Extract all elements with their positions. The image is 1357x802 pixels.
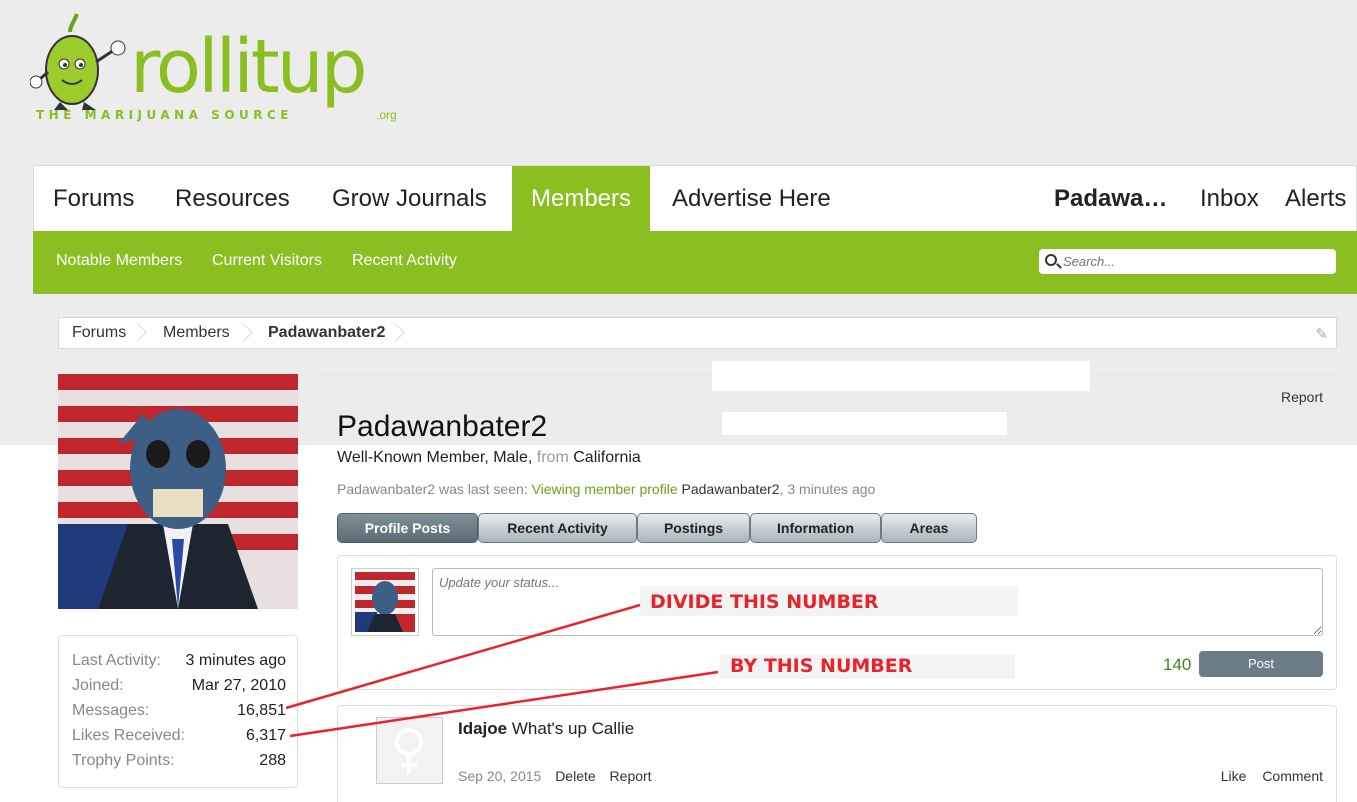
user-title-text: Well-Known Member, Male, bbox=[337, 449, 533, 466]
stat-likes-received: Likes Received: 6,317 bbox=[72, 727, 286, 752]
stat-value: 3 minutes ago bbox=[185, 652, 286, 669]
annotation-divide: DIVIDE THIS NUMBER bbox=[650, 591, 879, 613]
sub-navigation: Notable Members Current Visitors Recent … bbox=[33, 231, 1357, 294]
post-report-link[interactable]: Report bbox=[610, 768, 652, 784]
female-symbol-icon bbox=[395, 728, 423, 774]
redacted-area bbox=[712, 361, 1090, 391]
stat-joined: Joined: Mar 27, 2010 bbox=[72, 677, 286, 702]
subnav-recent-activity[interactable]: Recent Activity bbox=[352, 252, 457, 270]
logo-tld: .org bbox=[376, 108, 397, 122]
mascot-icon bbox=[30, 13, 126, 110]
profile-post: Idajoe What's up Callie Sep 20, 2015 Del… bbox=[337, 705, 1337, 802]
tab-profile-posts[interactable]: Profile Posts bbox=[337, 513, 478, 543]
stat-label: Joined: bbox=[72, 677, 124, 694]
nav-inbox[interactable]: Inbox bbox=[1181, 166, 1278, 232]
pencil-icon[interactable]: ✎ bbox=[1315, 325, 1328, 343]
tab-recent-activity[interactable]: Recent Activity bbox=[478, 513, 637, 543]
post-content: Idajoe What's up Callie bbox=[458, 719, 634, 739]
search-input[interactable] bbox=[1063, 249, 1331, 274]
stat-label: Likes Received: bbox=[72, 727, 185, 744]
post-author[interactable]: Idajoe bbox=[458, 719, 507, 738]
stat-value[interactable]: 288 bbox=[259, 752, 286, 770]
post-comment-link[interactable]: Comment bbox=[1262, 768, 1323, 784]
tab-areas[interactable]: Areas bbox=[881, 513, 977, 543]
post-button[interactable]: Post bbox=[1199, 651, 1323, 677]
profile-user-title: Well-Known Member, Male, from California bbox=[337, 449, 641, 467]
stat-value[interactable]: 16,851 bbox=[237, 702, 286, 720]
logo-tagline: THE MARIJUANA SOURCE bbox=[36, 108, 294, 122]
stat-value: 6,317 bbox=[245, 727, 286, 744]
last-seen: Padawanbater2 was last seen: Viewing mem… bbox=[337, 481, 875, 497]
post-date[interactable]: Sep 20, 2015 bbox=[458, 768, 541, 784]
last-seen-activity-link[interactable]: Viewing member profile bbox=[532, 481, 678, 497]
subnav-current-visitors[interactable]: Current Visitors bbox=[212, 252, 322, 270]
site-logo[interactable]: rollitup THE MARIJUANA SOURCE .org bbox=[30, 12, 430, 130]
search-box[interactable] bbox=[1039, 249, 1336, 274]
annotation-by: BY THIS NUMBER bbox=[730, 655, 913, 677]
breadcrumb-separator bbox=[395, 317, 425, 349]
post-text: What's up Callie bbox=[511, 719, 635, 738]
from-label: from bbox=[536, 449, 569, 466]
member-stats-panel: Last Activity: 3 minutes ago Joined: Mar… bbox=[58, 635, 298, 788]
character-counter: 140 bbox=[1163, 655, 1192, 674]
status-avatar[interactable] bbox=[351, 568, 419, 636]
tab-information[interactable]: Information bbox=[750, 513, 881, 543]
post-actions: Like Comment bbox=[1209, 768, 1323, 784]
stat-trophy-points: Trophy Points: 288 bbox=[72, 752, 286, 777]
redacted-area bbox=[722, 412, 1007, 435]
nav-user-menu[interactable]: Padawa… bbox=[1035, 166, 1186, 232]
last-seen-prefix: Padawanbater2 was last seen: bbox=[337, 481, 528, 497]
stat-value: Mar 27, 2010 bbox=[191, 677, 286, 694]
last-seen-time: , 3 minutes ago bbox=[779, 481, 876, 497]
stat-label: Messages: bbox=[72, 702, 150, 719]
stat-label: Last Activity: bbox=[72, 652, 161, 669]
nav-tab-advertise[interactable]: Advertise Here bbox=[653, 166, 850, 232]
post-meta: Sep 20, 2015 Delete Report bbox=[458, 768, 662, 784]
profile-avatar[interactable] bbox=[58, 374, 298, 609]
nav-tab-forums[interactable]: Forums bbox=[34, 166, 153, 232]
avatar-image bbox=[58, 374, 298, 609]
breadcrumb-members[interactable]: Members bbox=[163, 324, 230, 342]
profile-username: Padawanbater2 bbox=[337, 410, 548, 443]
user-location[interactable]: California bbox=[573, 449, 641, 466]
nav-tab-grow-journals[interactable]: Grow Journals bbox=[313, 166, 506, 232]
breadcrumb-forums[interactable]: Forums bbox=[72, 324, 126, 342]
subnav-notable-members[interactable]: Notable Members bbox=[56, 252, 182, 270]
report-link[interactable]: Report bbox=[1281, 389, 1323, 405]
default-avatar-icon[interactable] bbox=[376, 717, 443, 784]
search-icon bbox=[1045, 254, 1057, 266]
breadcrumb-current: Padawanbater2 bbox=[268, 324, 386, 341]
nav-alerts[interactable]: Alerts bbox=[1266, 166, 1357, 232]
post-delete-link[interactable]: Delete bbox=[555, 768, 595, 784]
breadcrumb: Forums Members Padawanbater2 ✎ bbox=[58, 317, 1337, 349]
tab-postings[interactable]: Postings bbox=[637, 513, 750, 543]
stat-last-activity: Last Activity: 3 minutes ago bbox=[72, 652, 286, 677]
nav-tab-members[interactable]: Members bbox=[512, 166, 651, 232]
main-navigation: Forums Resources Grow Journals Members A… bbox=[33, 165, 1357, 232]
logo-wordmark: rollitup bbox=[130, 24, 368, 110]
last-seen-target[interactable]: Padawanbater2 bbox=[682, 481, 780, 497]
nav-tab-resources[interactable]: Resources bbox=[156, 166, 309, 232]
stat-messages: Messages: 16,851 bbox=[72, 702, 286, 727]
avatar-image bbox=[355, 572, 415, 632]
stat-label: Trophy Points: bbox=[72, 752, 175, 769]
post-like-link[interactable]: Like bbox=[1221, 768, 1247, 784]
